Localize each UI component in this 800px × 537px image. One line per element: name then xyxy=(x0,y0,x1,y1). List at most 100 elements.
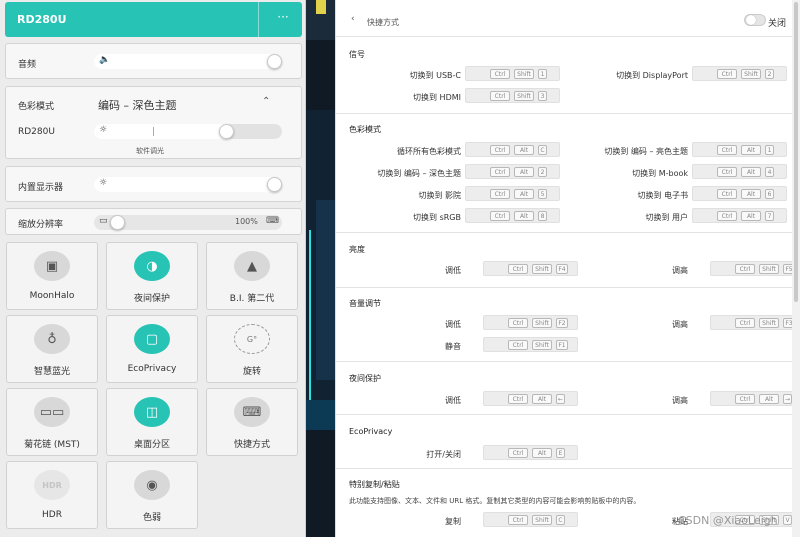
shortcut-label: 切换到 影院 xyxy=(418,191,461,200)
shortcut-label: 切换到 编码 – 深色主题 xyxy=(377,169,461,178)
key-cap: Ctrl xyxy=(490,91,510,101)
key-cap: 2 xyxy=(765,69,774,79)
key-cap: Alt xyxy=(514,211,534,221)
section-eco-title: EcoPrivacy xyxy=(349,427,393,436)
tile-label: EcoPrivacy xyxy=(127,364,177,374)
tile-hdr[interactable]: HDR HDR xyxy=(6,461,98,529)
key-cap: Ctrl xyxy=(735,318,755,328)
key-cap: Alt xyxy=(741,167,761,177)
tile-daisy-chain[interactable]: ▭▭ 菊花链 (MST) xyxy=(6,388,98,456)
shortcut-label: 调高 xyxy=(672,320,688,329)
key-cap: 4 xyxy=(765,167,774,177)
volume-slider[interactable]: 🔈 xyxy=(94,54,282,69)
key-cap: Ctrl xyxy=(508,394,528,404)
section-volume-title: 音量调节 xyxy=(349,299,381,308)
key-cap: → xyxy=(783,394,792,404)
tile-shortcuts[interactable]: ⌨ 快捷方式 xyxy=(206,388,298,456)
key-cap: F3 xyxy=(783,318,792,328)
builtin-brightness-slider[interactable]: ☼ xyxy=(94,177,282,192)
key-cap: Ctrl xyxy=(508,264,528,274)
tile-bi-gen2[interactable]: ▲ B.I. 第二代 xyxy=(206,242,298,310)
shortcuts-dialog: ‹ 快捷方式 关闭 信号 切换到 USB-C Ctrl Shift 1 切换到 Di… xyxy=(335,0,792,537)
key-cap: 6 xyxy=(765,189,774,199)
shortcut-keys[interactable]: Ctrl Shift F5 xyxy=(710,261,792,276)
key-cap: 7 xyxy=(765,211,774,221)
key-cap: 3 xyxy=(538,91,547,101)
section-brightness-title: 亮度 xyxy=(349,245,365,254)
color-mode-card: 色彩模式 编码 – 深色主题 ⌃ RD280U ☼ 软件调光 xyxy=(5,86,302,159)
hdr-icon: HDR xyxy=(34,470,70,500)
key-cap: Ctrl xyxy=(717,167,737,177)
key-cap: Alt xyxy=(532,448,552,458)
shortcut-keys[interactable]: Ctrl Shift 2 xyxy=(692,66,787,81)
shortcut-keys[interactable]: Ctrl Shift F1 xyxy=(483,337,578,352)
key-cap: Alt xyxy=(759,394,779,404)
bulb-icon: ♁ xyxy=(34,324,70,354)
eye-icon: ◉ xyxy=(134,470,170,500)
sun-icon: ☼ xyxy=(99,178,108,188)
tile-label: B.I. 第二代 xyxy=(229,294,275,304)
key-cap: Ctrl xyxy=(508,515,528,525)
key-cap: Ctrl xyxy=(508,318,528,328)
large-screen-icon: ⌨ xyxy=(266,216,279,226)
tile-rotate[interactable]: G° 旋转 xyxy=(206,315,298,383)
key-cap: Alt xyxy=(514,189,534,199)
shortcut-keys[interactable]: Ctrl Alt 6 xyxy=(692,186,787,201)
shortcut-keys[interactable]: Ctrl Alt 7 xyxy=(692,208,787,223)
key-cap: Ctrl xyxy=(717,189,737,199)
shortcut-label: 切换到 M-book xyxy=(632,169,688,178)
close-button[interactable]: 关闭 xyxy=(768,16,786,29)
key-cap: Ctrl xyxy=(490,189,510,199)
section-color-title: 色彩模式 xyxy=(349,125,381,134)
shortcuts-toggle[interactable] xyxy=(744,14,766,26)
shortcut-label: 调低 xyxy=(445,320,461,329)
tile-night-protection[interactable]: ◑ 夜间保护 xyxy=(106,242,198,310)
key-cap: Ctrl xyxy=(490,211,510,221)
scrollbar-thumb[interactable] xyxy=(794,2,798,302)
tile-color-weak[interactable]: ◉ 色弱 xyxy=(106,461,198,529)
color-mode-select[interactable]: 编码 – 深色主题 xyxy=(98,97,177,113)
tile-ecoprivacy[interactable]: ▢ EcoPrivacy xyxy=(106,315,198,383)
shortcut-keys[interactable]: Ctrl Alt → xyxy=(710,391,792,406)
scale-slider[interactable]: ▭ 100% ⌨ xyxy=(94,215,282,230)
shortcut-keys[interactable]: Ctrl Shift 3 xyxy=(465,88,560,103)
key-cap: Ctrl xyxy=(717,211,737,221)
shortcut-label: 打开/关闭 xyxy=(426,450,461,459)
brightness-slider[interactable]: ☼ xyxy=(94,124,282,139)
builtin-display-card: 内置显示器 ☼ xyxy=(5,166,302,202)
brightness-slider-fill xyxy=(94,124,234,139)
shortcut-label: 循环所有色彩模式 xyxy=(397,147,461,156)
tile-smart-bluelight[interactable]: ♁ 智慧蓝光 xyxy=(6,315,98,383)
shortcut-label: 切换到 编码 – 亮色主题 xyxy=(604,147,688,156)
section-divider xyxy=(336,113,792,114)
tile-desktop-split[interactable]: ◫ 桌面分区 xyxy=(106,388,198,456)
tile-moonhalo[interactable]: ▣ MoonHalo xyxy=(6,242,98,310)
background-window-strip xyxy=(306,0,335,537)
key-cap: Alt xyxy=(741,145,761,155)
key-cap: Ctrl xyxy=(717,145,737,155)
key-cap: F5 xyxy=(783,264,792,274)
key-cap: Alt xyxy=(514,167,534,177)
volume-slider-knob[interactable] xyxy=(267,54,282,69)
key-cap: Shift xyxy=(532,340,552,350)
scale-label: 缩放分辨率 xyxy=(18,220,64,230)
shortcut-keys[interactable]: Ctrl Alt E xyxy=(483,445,578,460)
monitor-icon: ▣ xyxy=(34,251,70,281)
key-cap: E xyxy=(556,448,565,458)
shortcut-keys[interactable]: Ctrl Alt 4 xyxy=(692,164,787,179)
back-chevron-icon[interactable]: ‹ xyxy=(351,14,355,24)
chevron-updown-icon[interactable]: ⌃ xyxy=(262,96,270,107)
rotate-icon: G° xyxy=(234,324,270,354)
shortcut-keys[interactable]: Ctrl Alt 1 xyxy=(692,142,787,157)
scale-slider-knob[interactable] xyxy=(110,215,125,230)
brightness-slider-knob[interactable] xyxy=(219,124,234,139)
privacy-monitor-icon: ▢ xyxy=(134,324,170,354)
key-cap: V xyxy=(783,515,792,525)
more-options-icon[interactable]: ··· xyxy=(270,10,296,24)
builtin-slider-knob[interactable] xyxy=(267,177,282,192)
volume-card: 音频 🔈 xyxy=(5,43,302,79)
dialog-scrollbar[interactable] xyxy=(792,0,800,537)
shortcut-label: 切换到 用户 xyxy=(645,213,688,222)
key-cap: Shift xyxy=(759,264,779,274)
shortcut-keys[interactable]: Ctrl Shift F3 xyxy=(710,315,792,330)
